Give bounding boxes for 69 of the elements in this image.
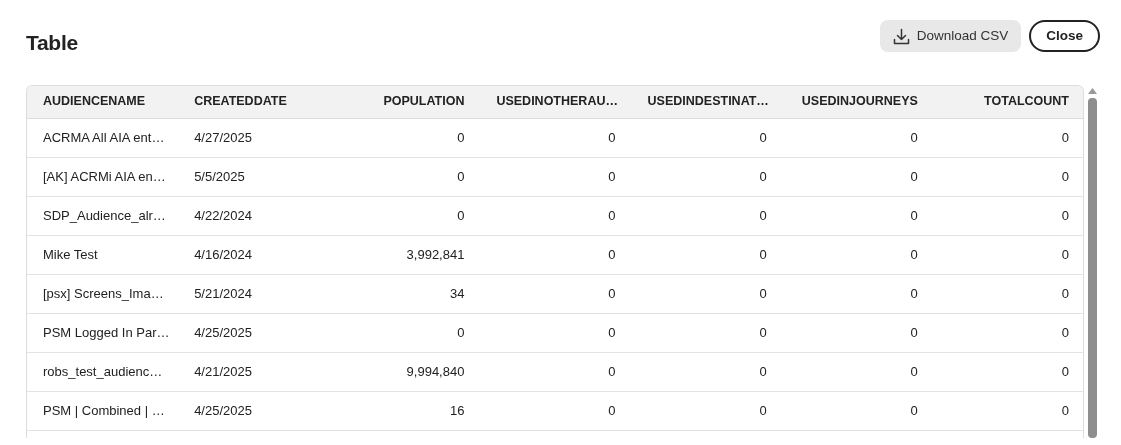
table-cell: 0 xyxy=(480,235,632,274)
table-cell: 0 xyxy=(631,235,783,274)
table-cell: [psx] Screens_Ima… xyxy=(27,274,179,313)
table-cell: 0 xyxy=(480,391,632,430)
table-cell: 0 xyxy=(933,313,1083,352)
table-cell: 16 xyxy=(329,391,481,430)
table-cell: 4/22/2024 xyxy=(178,196,330,235)
table-cell: 0 xyxy=(933,391,1083,430)
table-cell: robs_test_audienc… xyxy=(27,352,179,391)
table-cell: 0 xyxy=(329,157,481,196)
column-header[interactable]: USEDINJOURNEYS xyxy=(782,86,934,118)
column-header[interactable]: CREATEDDATE xyxy=(178,86,330,118)
table-cell: 0 xyxy=(782,235,934,274)
table-cell: 0 xyxy=(631,313,783,352)
table-cell: 0 xyxy=(329,313,481,352)
table-cell: 0 xyxy=(782,391,934,430)
table-cell: 0 xyxy=(782,352,934,391)
table-cell: 4/25/2025 xyxy=(178,313,330,352)
column-header[interactable]: USEDINDESTINAT… xyxy=(631,86,783,118)
table-cell: 0 xyxy=(631,274,783,313)
table-cell: PSM | Combined | … xyxy=(27,391,179,430)
table-cell: 4/27/2025 xyxy=(178,118,330,157)
table-cell: PSM Logged In Par… xyxy=(27,313,179,352)
table-cell: 0 xyxy=(933,157,1083,196)
table-cell: 3,992,841 xyxy=(329,235,481,274)
table-cell: 0 xyxy=(933,196,1083,235)
table-cell: 0 xyxy=(480,352,632,391)
table-cell: 0 xyxy=(631,391,783,430)
close-button[interactable]: Close xyxy=(1029,20,1100,52)
table-cell: 0 xyxy=(480,118,632,157)
table-cell: 5/21/2024 xyxy=(178,274,330,313)
table-cell: 34 xyxy=(329,274,481,313)
scroll-up-icon[interactable] xyxy=(1088,88,1097,94)
table-cell: 4/25/2025 xyxy=(178,391,330,430)
table-cell: [AK] ACRMi AIA en… xyxy=(27,157,179,196)
download-csv-button[interactable]: Download CSV xyxy=(879,20,1022,52)
table-cell: 4/16/2024 xyxy=(178,235,330,274)
table-cell: 0 xyxy=(933,118,1083,157)
column-header[interactable]: POPULATION xyxy=(329,86,481,118)
table-cell: 0 xyxy=(782,196,934,235)
table-cell: 0 xyxy=(329,118,481,157)
column-header[interactable]: USEDINOTHERAU… xyxy=(480,86,632,118)
table-cell: 5/5/2025 xyxy=(178,157,330,196)
table-cell: 0 xyxy=(631,118,783,157)
table-cell: 0 xyxy=(782,118,934,157)
scrollbar-thumb[interactable] xyxy=(1088,98,1097,438)
table-cell: 4/21/2025 xyxy=(178,352,330,391)
dialog-title: Table xyxy=(26,29,78,56)
table-cell: 9,994,840 xyxy=(329,352,481,391)
table-cell: ACRMA All AIA ent… xyxy=(27,118,179,157)
table-cell: Mike Test xyxy=(27,235,179,274)
table-cell: 0 xyxy=(329,196,481,235)
table-cell: 0 xyxy=(480,313,632,352)
table-cell: 0 xyxy=(933,274,1083,313)
table-cell: 0 xyxy=(480,274,632,313)
table-cell: 0 xyxy=(480,157,632,196)
table-cell: 0 xyxy=(782,274,934,313)
table-cell: 0 xyxy=(631,352,783,391)
table-cell: SDP_Audience_alr… xyxy=(27,196,179,235)
table-cell: 0 xyxy=(782,157,934,196)
column-header[interactable]: AUDIENCENAME xyxy=(27,86,179,118)
table-cell: 0 xyxy=(631,196,783,235)
table-cell: 0 xyxy=(782,313,934,352)
table-cell: 0 xyxy=(933,235,1083,274)
table-cell: 0 xyxy=(480,196,632,235)
table-cell: 0 xyxy=(631,157,783,196)
download-icon xyxy=(892,27,910,45)
column-header[interactable]: TOTALCOUNT xyxy=(933,86,1083,118)
table-cell: 0 xyxy=(933,352,1083,391)
